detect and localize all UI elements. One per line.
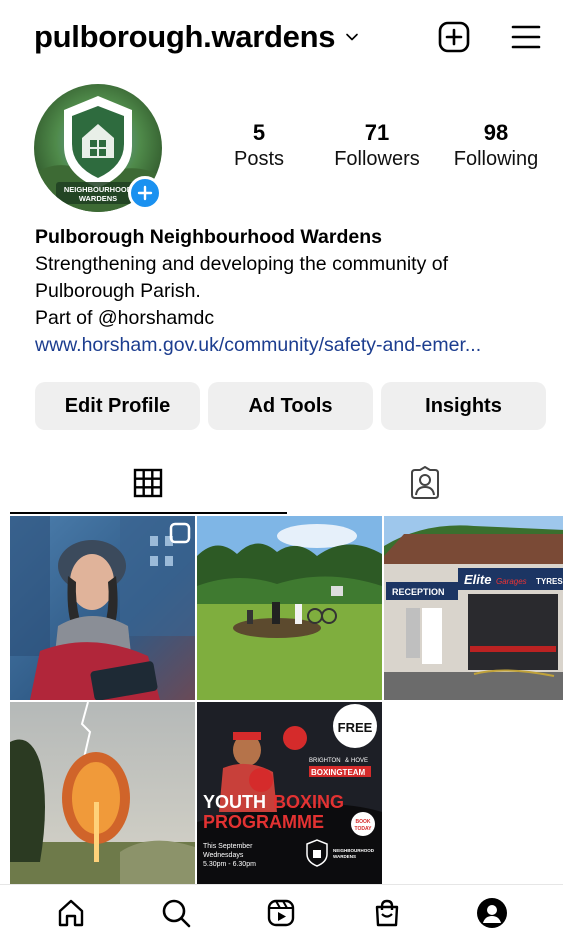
search-icon — [162, 899, 191, 927]
ad-tools-button[interactable]: Ad Tools — [208, 382, 373, 430]
post5-info-2: Wednesdays — [203, 852, 244, 859]
plus-square-icon — [438, 21, 470, 53]
followers-label: Followers — [334, 148, 420, 170]
grid-icon — [134, 468, 163, 498]
post5-logo-2: WARDENS — [333, 854, 356, 859]
post-3[interactable]: RECEPTION Elite Garages TYRES — [384, 516, 563, 700]
nav-shop[interactable] — [367, 893, 407, 933]
tagged-person-icon — [410, 466, 439, 499]
post5-brand-3: BOXINGTEAM — [311, 768, 366, 777]
home-icon — [58, 899, 83, 926]
post3-sign-garages: Garages — [496, 577, 527, 586]
bio-line-2: Pulborough Parish. — [35, 280, 201, 302]
post5-title-1: YOUTH — [203, 792, 266, 812]
post5-info-3: 5.30pm - 6.30pm — [203, 861, 256, 868]
post5-book-1: BOOK — [356, 819, 371, 825]
post5-title-3: PROGRAMME — [203, 812, 324, 832]
menu-button[interactable] — [509, 20, 543, 54]
avatar-text-1: NEIGHBOURHOOD — [64, 185, 133, 194]
followers-count: 71 — [364, 120, 390, 145]
post5-book-2: TODAY — [355, 826, 373, 832]
profile-avatar[interactable]: NEIGHBOURHOOD WARDENS — [34, 84, 164, 214]
post-4[interactable] — [10, 702, 195, 886]
profile-stats: 5 Posts 71 Followers 98 Following — [222, 120, 553, 172]
hamburger-menu-icon — [511, 25, 541, 49]
post3-sign-tyres: TYRES — [536, 577, 563, 586]
stat-followers[interactable]: 71 Followers — [320, 120, 434, 172]
insights-button[interactable]: Insights — [381, 382, 546, 430]
following-count: 98 — [483, 120, 509, 145]
profile-header: pulborough.wardens — [34, 14, 543, 60]
bio-line-1: Strengthening and developing the communi… — [35, 253, 449, 275]
following-label: Following — [453, 148, 539, 170]
profile-bio: Pulborough Neighbourhood Wardens Strengt… — [35, 224, 555, 359]
post5-logo-1: NEIGHBOURHOOD — [333, 848, 375, 853]
add-story-button[interactable] — [128, 176, 162, 210]
profile-avatar-icon — [477, 897, 508, 928]
nav-search[interactable] — [156, 893, 196, 933]
post5-info-1: This September — [203, 843, 253, 850]
post-1[interactable] — [10, 516, 195, 700]
tab-posts-grid[interactable] — [10, 452, 287, 514]
post5-brand-amp: & — [345, 758, 349, 764]
profile-actions: Edit Profile Ad Tools Insights — [35, 382, 546, 430]
username[interactable]: pulborough.wardens — [34, 19, 335, 55]
posts-grid: RECEPTION Elite Garages TYRES FREE BRIGH… — [10, 516, 563, 886]
shopping-bag-icon — [375, 899, 399, 926]
stat-posts[interactable]: 5 Posts — [222, 120, 296, 172]
post-5[interactable]: FREE BRIGHTON & HOVE BOXINGTEAM YOUTH BO… — [197, 702, 382, 886]
posts-label: Posts — [233, 148, 285, 170]
create-post-button[interactable] — [437, 20, 471, 54]
profile-name: Pulborough Neighbourhood Wardens — [35, 226, 382, 248]
nav-reels[interactable] — [261, 893, 301, 933]
post5-title-2: BOXING — [273, 792, 344, 812]
plus-icon — [137, 185, 153, 201]
avatar-text-2: WARDENS — [79, 194, 117, 203]
post-2[interactable] — [197, 516, 382, 700]
stat-following[interactable]: 98 Following — [446, 120, 546, 172]
edit-profile-button[interactable]: Edit Profile — [35, 382, 200, 430]
post3-sign-elite: Elite — [464, 572, 491, 587]
bottom-navigation — [0, 884, 563, 940]
profile-tabs — [10, 452, 563, 514]
bio-line-3[interactable]: Part of @horshamdc — [35, 305, 555, 332]
nav-profile[interactable] — [472, 893, 512, 933]
nav-home[interactable] — [51, 893, 91, 933]
tab-tagged[interactable] — [287, 452, 563, 514]
post5-free-badge: FREE — [338, 720, 373, 735]
chevron-down-icon[interactable] — [345, 30, 359, 44]
post5-brand-2: HOVE — [351, 758, 368, 764]
reels-icon — [268, 899, 295, 926]
post3-sign-reception: RECEPTION — [392, 587, 445, 597]
posts-count: 5 — [252, 120, 266, 145]
bio-link[interactable]: www.horsham.gov.uk/community/safety-and-… — [35, 332, 555, 359]
post5-brand-1: BRIGHTON — [309, 758, 341, 764]
